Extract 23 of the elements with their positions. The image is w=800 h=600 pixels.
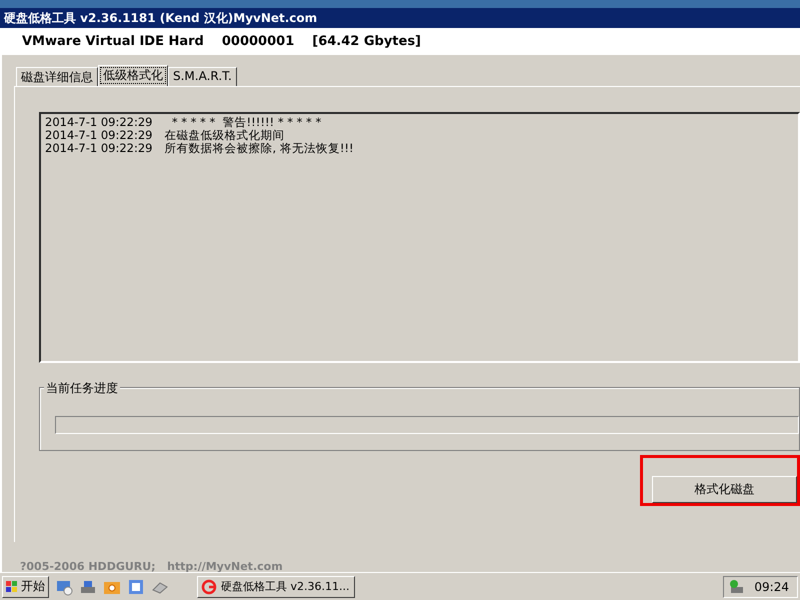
log-time: 2014-7-1 09:22:29 [45, 142, 153, 155]
tab[interactable]: 磁盘详细信息 [16, 67, 98, 86]
format-button[interactable]: 格式化磁盘 [652, 476, 797, 503]
clock: 09:24 [754, 580, 789, 594]
group-title: 当前任务进度 [44, 380, 120, 397]
device-model: VMware Virtual IDE Hard [22, 34, 204, 49]
tray-drive-icon[interactable] [728, 578, 744, 594]
log-message: 所有数据将会被擦除, 将无法恢复!!! [164, 142, 354, 155]
copyright-text: ?005-2006 HDDGURU; http://MyvNet.com [20, 560, 284, 573]
device-serial: 00000001 [222, 34, 294, 49]
window-title: 硬盘低格工具 v2.36.1181 (Kend 汉化)MyvNet.com [0, 8, 800, 28]
device-capacity: [64.42 Gbytes] [312, 34, 421, 49]
log-time: 2014-7-1 09:22:29 [45, 116, 153, 129]
log-time: 2014-7-1 09:22:29 [45, 129, 153, 142]
start-button[interactable]: 开始 [2, 576, 49, 598]
screenshot-icon[interactable] [127, 578, 145, 596]
taskbar-task[interactable]: 硬盘低格工具 v2.36.11... [197, 576, 356, 598]
tab[interactable]: 低级格式化 [98, 65, 168, 86]
log-message: * * * * * 警告!!!!!! * * * * * [170, 116, 322, 129]
app-icon [201, 578, 217, 594]
windows-logo-icon [6, 580, 18, 592]
log-message: 在磁盘低级格式化期间 [164, 129, 285, 142]
tab[interactable]: S.M.A.R.T. [168, 67, 237, 86]
